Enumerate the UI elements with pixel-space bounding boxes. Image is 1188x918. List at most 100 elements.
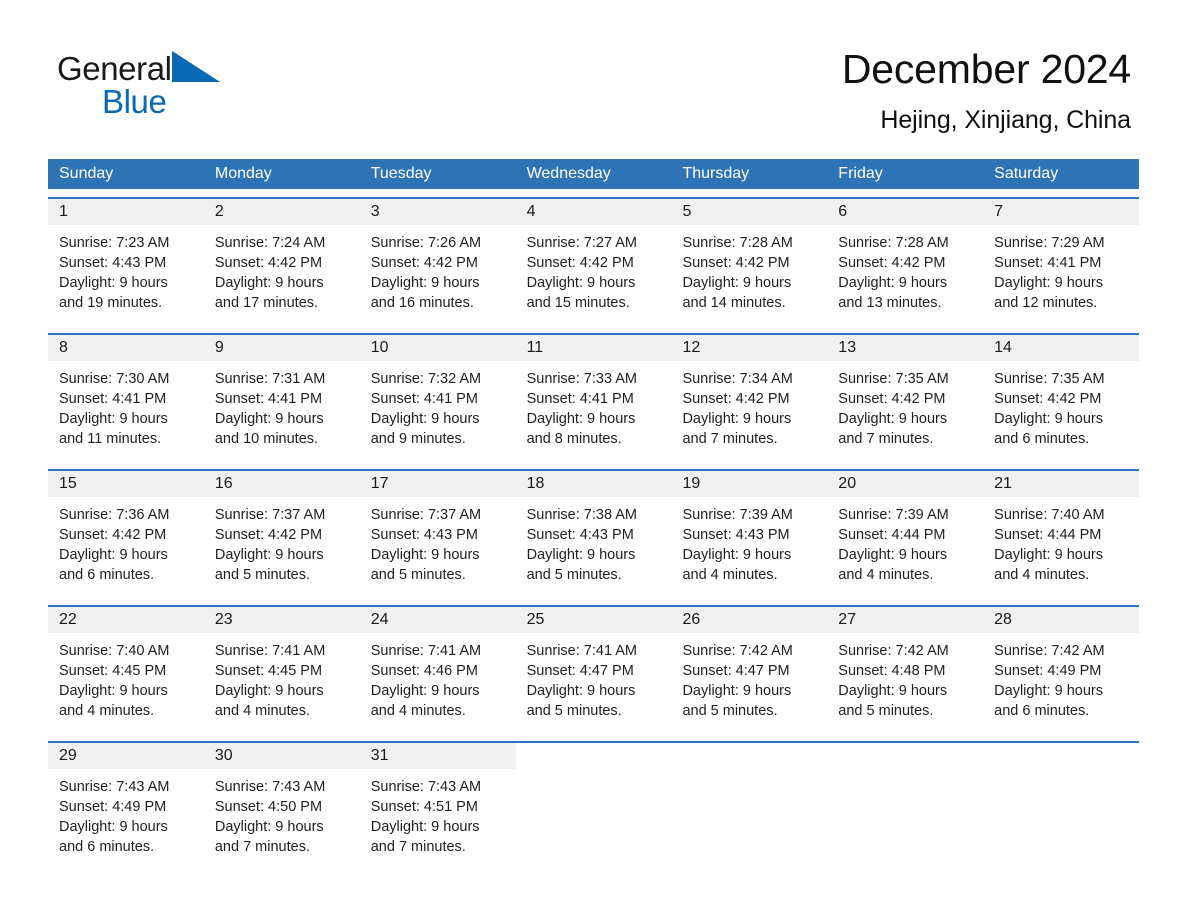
- day-number[interactable]: 30: [203, 743, 360, 769]
- day-number[interactable]: 15: [48, 471, 204, 497]
- daylight-text-line1: Daylight: 9 hours: [59, 819, 168, 835]
- day-cell[interactable]: Sunrise: 7:29 AM Sunset: 4:41 PM Dayligh…: [983, 225, 1140, 325]
- day-cell[interactable]: Sunrise: 7:37 AM Sunset: 4:43 PM Dayligh…: [359, 497, 516, 597]
- day-cell[interactable]: Sunrise: 7:32 AM Sunset: 4:41 PM Dayligh…: [359, 361, 516, 461]
- day-number[interactable]: 9: [203, 335, 360, 361]
- day-cell[interactable]: Sunrise: 7:28 AM Sunset: 4:42 PM Dayligh…: [671, 225, 828, 325]
- daylight-text-line1: Daylight: 9 hours: [526, 275, 636, 291]
- day-cell[interactable]: Sunrise: 7:23 AM Sunset: 4:43 PM Dayligh…: [48, 225, 204, 325]
- calendar-grid: Sunday Monday Tuesday Wednesday Thursday…: [48, 159, 1140, 869]
- day-cell[interactable]: Sunrise: 7:41 AM Sunset: 4:47 PM Dayligh…: [515, 633, 672, 733]
- day-number[interactable]: 26: [671, 607, 828, 633]
- day-number[interactable]: 10: [359, 335, 516, 361]
- sunrise-text: Sunrise: 7:23 AM: [59, 235, 170, 251]
- daylight-text-line2: and 5 minutes.: [214, 567, 310, 583]
- sunrise-text: Sunrise: 7:41 AM: [370, 643, 482, 659]
- day-cell[interactable]: Sunrise: 7:37 AM Sunset: 4:42 PM Dayligh…: [203, 497, 360, 597]
- day-cell[interactable]: Sunrise: 7:40 AM Sunset: 4:45 PM Dayligh…: [48, 633, 204, 733]
- day-cell[interactable]: Sunrise: 7:41 AM Sunset: 4:45 PM Dayligh…: [203, 633, 360, 733]
- day-cell[interactable]: Sunrise: 7:30 AM Sunset: 4:41 PM Dayligh…: [48, 361, 204, 461]
- daylight-text-line1: Daylight: 9 hours: [526, 411, 636, 427]
- day-number[interactable]: 25: [515, 607, 672, 633]
- weekday-header-friday: Friday: [838, 165, 883, 182]
- day-number[interactable]: 12: [671, 335, 828, 361]
- day-cell[interactable]: Sunrise: 7:38 AM Sunset: 4:43 PM Dayligh…: [515, 497, 672, 597]
- sunrise-text: Sunrise: 7:42 AM: [838, 643, 949, 659]
- daylight-text-line1: Daylight: 9 hours: [214, 547, 324, 563]
- daylight-text-line2: and 6 minutes.: [994, 703, 1090, 719]
- day-number[interactable]: 21: [983, 471, 1140, 497]
- day-number[interactable]: 16: [203, 471, 360, 497]
- daylight-text-line2: and 5 minutes.: [526, 567, 622, 583]
- daylight-text-line1: Daylight: 9 hours: [214, 819, 324, 835]
- day-cell[interactable]: Sunrise: 7:31 AM Sunset: 4:41 PM Dayligh…: [203, 361, 360, 461]
- weekday-header-row: Sunday Monday Tuesday Wednesday Thursday…: [48, 159, 1139, 189]
- day-cell[interactable]: Sunrise: 7:27 AM Sunset: 4:42 PM Dayligh…: [515, 225, 672, 325]
- daylight-text-line2: and 19 minutes.: [59, 295, 163, 311]
- daylight-text-line1: Daylight: 9 hours: [526, 547, 636, 563]
- daylight-text-line2: and 5 minutes.: [682, 703, 778, 719]
- day-number[interactable]: 8: [48, 335, 204, 361]
- day-cell[interactable]: Sunrise: 7:42 AM Sunset: 4:49 PM Dayligh…: [983, 633, 1140, 733]
- day-cell[interactable]: Sunrise: 7:40 AM Sunset: 4:44 PM Dayligh…: [983, 497, 1140, 597]
- day-cell[interactable]: Sunrise: 7:34 AM Sunset: 4:42 PM Dayligh…: [671, 361, 828, 461]
- day-cell[interactable]: Sunrise: 7:42 AM Sunset: 4:47 PM Dayligh…: [671, 633, 828, 733]
- day-number[interactable]: 13: [827, 335, 984, 361]
- day-number[interactable]: 24: [359, 607, 516, 633]
- sunset-text: Sunset: 4:41 PM: [526, 391, 634, 407]
- daylight-text-line1: Daylight: 9 hours: [994, 411, 1103, 427]
- day-number[interactable]: 3: [359, 199, 516, 225]
- day-number[interactable]: 19: [671, 471, 828, 497]
- sunset-text: Sunset: 4:43 PM: [526, 527, 634, 543]
- day-cell[interactable]: Sunrise: 7:41 AM Sunset: 4:46 PM Dayligh…: [359, 633, 516, 733]
- daylight-text-line2: and 4 minutes.: [370, 703, 466, 719]
- day-cell[interactable]: Sunrise: 7:39 AM Sunset: 4:43 PM Dayligh…: [671, 497, 828, 597]
- daylight-text-line1: Daylight: 9 hours: [838, 411, 948, 427]
- daylight-text-line1: Daylight: 9 hours: [370, 683, 480, 699]
- logo-word-general: General: [57, 50, 172, 87]
- day-number[interactable]: 18: [515, 471, 672, 497]
- day-number[interactable]: 7: [983, 199, 1140, 225]
- sunrise-text: Sunrise: 7:40 AM: [59, 643, 170, 659]
- sunrise-text: Sunrise: 7:41 AM: [214, 643, 326, 659]
- day-number[interactable]: 31: [359, 743, 516, 769]
- day-number[interactable]: 20: [827, 471, 984, 497]
- day-number[interactable]: 5: [671, 199, 828, 225]
- day-number[interactable]: 29: [48, 743, 204, 769]
- day-cell[interactable]: Sunrise: 7:43 AM Sunset: 4:49 PM Dayligh…: [48, 769, 204, 869]
- day-cell[interactable]: Sunrise: 7:28 AM Sunset: 4:42 PM Dayligh…: [827, 225, 984, 325]
- day-number[interactable]: 28: [983, 607, 1140, 633]
- day-number[interactable]: 23: [203, 607, 360, 633]
- day-cell[interactable]: Sunrise: 7:35 AM Sunset: 4:42 PM Dayligh…: [827, 361, 984, 461]
- day-number[interactable]: 4: [515, 199, 672, 225]
- day-cell[interactable]: Sunrise: 7:43 AM Sunset: 4:51 PM Dayligh…: [359, 769, 516, 869]
- generalblue-logo[interactable]: General Blue: [57, 50, 277, 120]
- daylight-text-line2: and 7 minutes.: [838, 431, 934, 447]
- sunset-text: Sunset: 4:46 PM: [370, 663, 478, 679]
- day-cell[interactable]: Sunrise: 7:39 AM Sunset: 4:44 PM Dayligh…: [827, 497, 984, 597]
- day-number[interactable]: 14: [983, 335, 1140, 361]
- day-number-empty: [827, 743, 984, 769]
- day-cell[interactable]: Sunrise: 7:42 AM Sunset: 4:48 PM Dayligh…: [827, 633, 984, 733]
- day-cell[interactable]: Sunrise: 7:24 AM Sunset: 4:42 PM Dayligh…: [203, 225, 360, 325]
- sunset-text: Sunset: 4:42 PM: [682, 255, 790, 271]
- day-number[interactable]: 6: [827, 199, 984, 225]
- day-cell[interactable]: Sunrise: 7:35 AM Sunset: 4:42 PM Dayligh…: [983, 361, 1140, 461]
- sunset-text: Sunset: 4:51 PM: [370, 799, 478, 815]
- day-number[interactable]: 27: [827, 607, 984, 633]
- daylight-text-line2: and 10 minutes.: [214, 431, 319, 447]
- day-cell[interactable]: Sunrise: 7:43 AM Sunset: 4:50 PM Dayligh…: [203, 769, 360, 869]
- day-cell[interactable]: Sunrise: 7:33 AM Sunset: 4:41 PM Dayligh…: [515, 361, 672, 461]
- daylight-text-line1: Daylight: 9 hours: [59, 275, 168, 291]
- day-number[interactable]: 11: [515, 335, 672, 361]
- day-cell[interactable]: Sunrise: 7:36 AM Sunset: 4:42 PM Dayligh…: [48, 497, 204, 597]
- week-daynumber-band: 8 9 10 11 12 13 14: [48, 335, 1140, 361]
- day-number[interactable]: 2: [203, 199, 360, 225]
- day-number[interactable]: 22: [48, 607, 204, 633]
- day-number[interactable]: 1: [48, 199, 204, 225]
- sunrise-text: Sunrise: 7:38 AM: [526, 507, 637, 523]
- day-number[interactable]: 17: [359, 471, 516, 497]
- day-cell[interactable]: Sunrise: 7:26 AM Sunset: 4:42 PM Dayligh…: [359, 225, 516, 325]
- sunset-text: Sunset: 4:42 PM: [59, 527, 167, 543]
- sunrise-text: Sunrise: 7:33 AM: [526, 371, 637, 387]
